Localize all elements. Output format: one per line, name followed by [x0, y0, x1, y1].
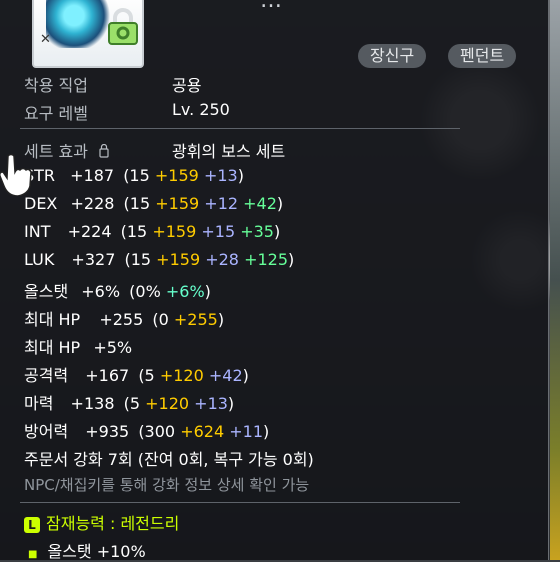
level-row: 요구 레벨 Lv. 250	[24, 100, 230, 124]
set-effect-value: 광휘의 보스 세트	[172, 142, 286, 161]
stat-total: +228	[70, 194, 115, 213]
set-effect-label: 세트 효과	[24, 142, 88, 161]
stat-scroll: +12	[204, 194, 239, 213]
stat-row-int: INT +224 (15 +159 +15 +35)	[24, 222, 280, 241]
stat-row-luk: LUK +327 (15 +159 +28 +125)	[24, 250, 294, 269]
stat-name: 마력	[24, 394, 54, 413]
stat-flame: +159	[156, 250, 201, 269]
stat-base: (0	[152, 310, 169, 329]
stat-total: +327	[71, 250, 116, 269]
stat-flame: +120	[159, 366, 204, 385]
stat-scroll: +13	[203, 166, 238, 185]
stat-name: 최대 HP	[24, 310, 81, 329]
stat-name: 공격력	[24, 366, 69, 385]
set-effect-row: 세트 효과 광휘의 보스 세트	[24, 138, 285, 162]
stat-bonus: +6%	[165, 282, 205, 301]
stat-total: +138	[70, 394, 115, 413]
stat-bonus: +42	[243, 194, 277, 213]
stat-base: (15	[120, 222, 148, 241]
stat-row-maxhp: 최대 HP +255 (0 +255)	[24, 306, 224, 330]
hand-cursor-icon	[0, 153, 32, 196]
stat-name: INT	[24, 222, 51, 241]
stat-close: )	[288, 250, 295, 269]
stat-name: LUK	[24, 250, 55, 269]
stat-bonus: +125	[244, 250, 289, 269]
stat-scroll: +15	[201, 222, 236, 241]
item-title: …	[260, 0, 284, 13]
legendary-icon: L	[24, 517, 40, 533]
stat-scroll: +28	[205, 250, 239, 269]
stat-row-allstat: 올스탯 +6% (0% +6%)	[24, 278, 211, 302]
stat-total: +6%	[81, 282, 121, 301]
stat-close: )	[242, 366, 249, 385]
stat-flame: +159	[155, 194, 200, 213]
stat-close: )	[263, 422, 270, 441]
level-label: 요구 레벨	[24, 104, 88, 123]
stat-row-magic: 마력 +138 (5 +120 +13)	[24, 390, 234, 414]
level-value: Lv. 250	[172, 100, 230, 119]
stat-base: (0%	[129, 282, 161, 301]
item-tooltip: … ✕ 장신구 펜던트 착용 직업 공용 요구 레벨 Lv. 250 세트 효과…	[0, 0, 549, 562]
stat-base: (300	[138, 422, 176, 441]
potential-line-1: ■ 올스탯 +10%	[28, 538, 146, 562]
x-icon: ✕	[40, 32, 51, 47]
stat-base: (5	[138, 366, 155, 385]
npc-hint-text: NPC/채집키를 통해 강화 정보 상세 확인 가능	[24, 476, 310, 494]
stat-bonus: +35	[240, 222, 274, 241]
lock-icon	[106, 8, 140, 46]
stat-row-attack: 공격력 +167 (5 +120 +42)	[24, 362, 249, 386]
stat-close: )	[273, 222, 281, 241]
stat-name: 방어력	[24, 422, 69, 441]
stat-total: +224	[67, 222, 112, 241]
tag-accessory: 장신구	[358, 44, 427, 68]
potential-header: L 잠재능력 : 레전드리	[24, 510, 179, 534]
stat-name: 올스탯	[24, 282, 69, 301]
stat-row-maxhp-pct: 최대 HP +5%	[24, 334, 132, 358]
stat-row-str: STR +187 (15 +159 +13)	[24, 166, 244, 185]
stat-flame: +120	[145, 394, 190, 413]
stat-scroll: +11	[229, 422, 263, 441]
stat-close: )	[204, 282, 211, 301]
job-row: 착용 직업 공용	[24, 72, 201, 96]
stat-scroll: +42	[208, 366, 243, 385]
stat-flame: +255	[173, 310, 218, 329]
item-icon-frame: ✕	[32, 0, 144, 68]
stat-flame: +624	[180, 422, 225, 441]
stat-name: 최대 HP	[24, 338, 81, 357]
stat-total: +5%	[93, 338, 133, 357]
stat-close: )	[276, 194, 284, 213]
stat-flame: +159	[154, 166, 199, 185]
game-background-strip	[550, 0, 560, 560]
divider	[20, 502, 460, 503]
stat-row-dex: DEX +228 (15 +159 +12 +42)	[24, 194, 283, 213]
tag-pendant: 펜던트	[448, 44, 517, 68]
scroll-upgrade-text: 주문서 강화 7회 (잔여 0회, 복구 가능 0회)	[24, 450, 314, 469]
stat-row-defense: 방어력 +935 (300 +624 +11)	[24, 418, 269, 442]
stat-name: DEX	[24, 194, 58, 213]
stat-base: (15	[123, 194, 151, 213]
job-value: 공용	[172, 76, 202, 95]
stat-total: +167	[85, 366, 130, 385]
small-lock-icon	[99, 144, 109, 158]
stat-close: )	[227, 394, 235, 413]
potential-line-text: 올스탯 +10%	[47, 542, 146, 561]
stat-base: (15	[124, 250, 152, 269]
stat-close: )	[217, 310, 225, 329]
stat-flame: +159	[152, 222, 197, 241]
divider	[20, 128, 460, 129]
potential-label: 잠재능력 : 레전드리	[46, 514, 180, 533]
stat-base: (15	[123, 166, 150, 185]
stat-total: +255	[99, 310, 144, 329]
job-label: 착용 직업	[24, 76, 88, 95]
stat-total: +187	[70, 166, 115, 185]
bullet-icon: ■	[28, 549, 38, 560]
stat-close: )	[237, 166, 244, 185]
stat-base: (5	[123, 394, 141, 413]
stat-scroll: +13	[194, 394, 228, 413]
stat-total: +935	[85, 422, 130, 441]
